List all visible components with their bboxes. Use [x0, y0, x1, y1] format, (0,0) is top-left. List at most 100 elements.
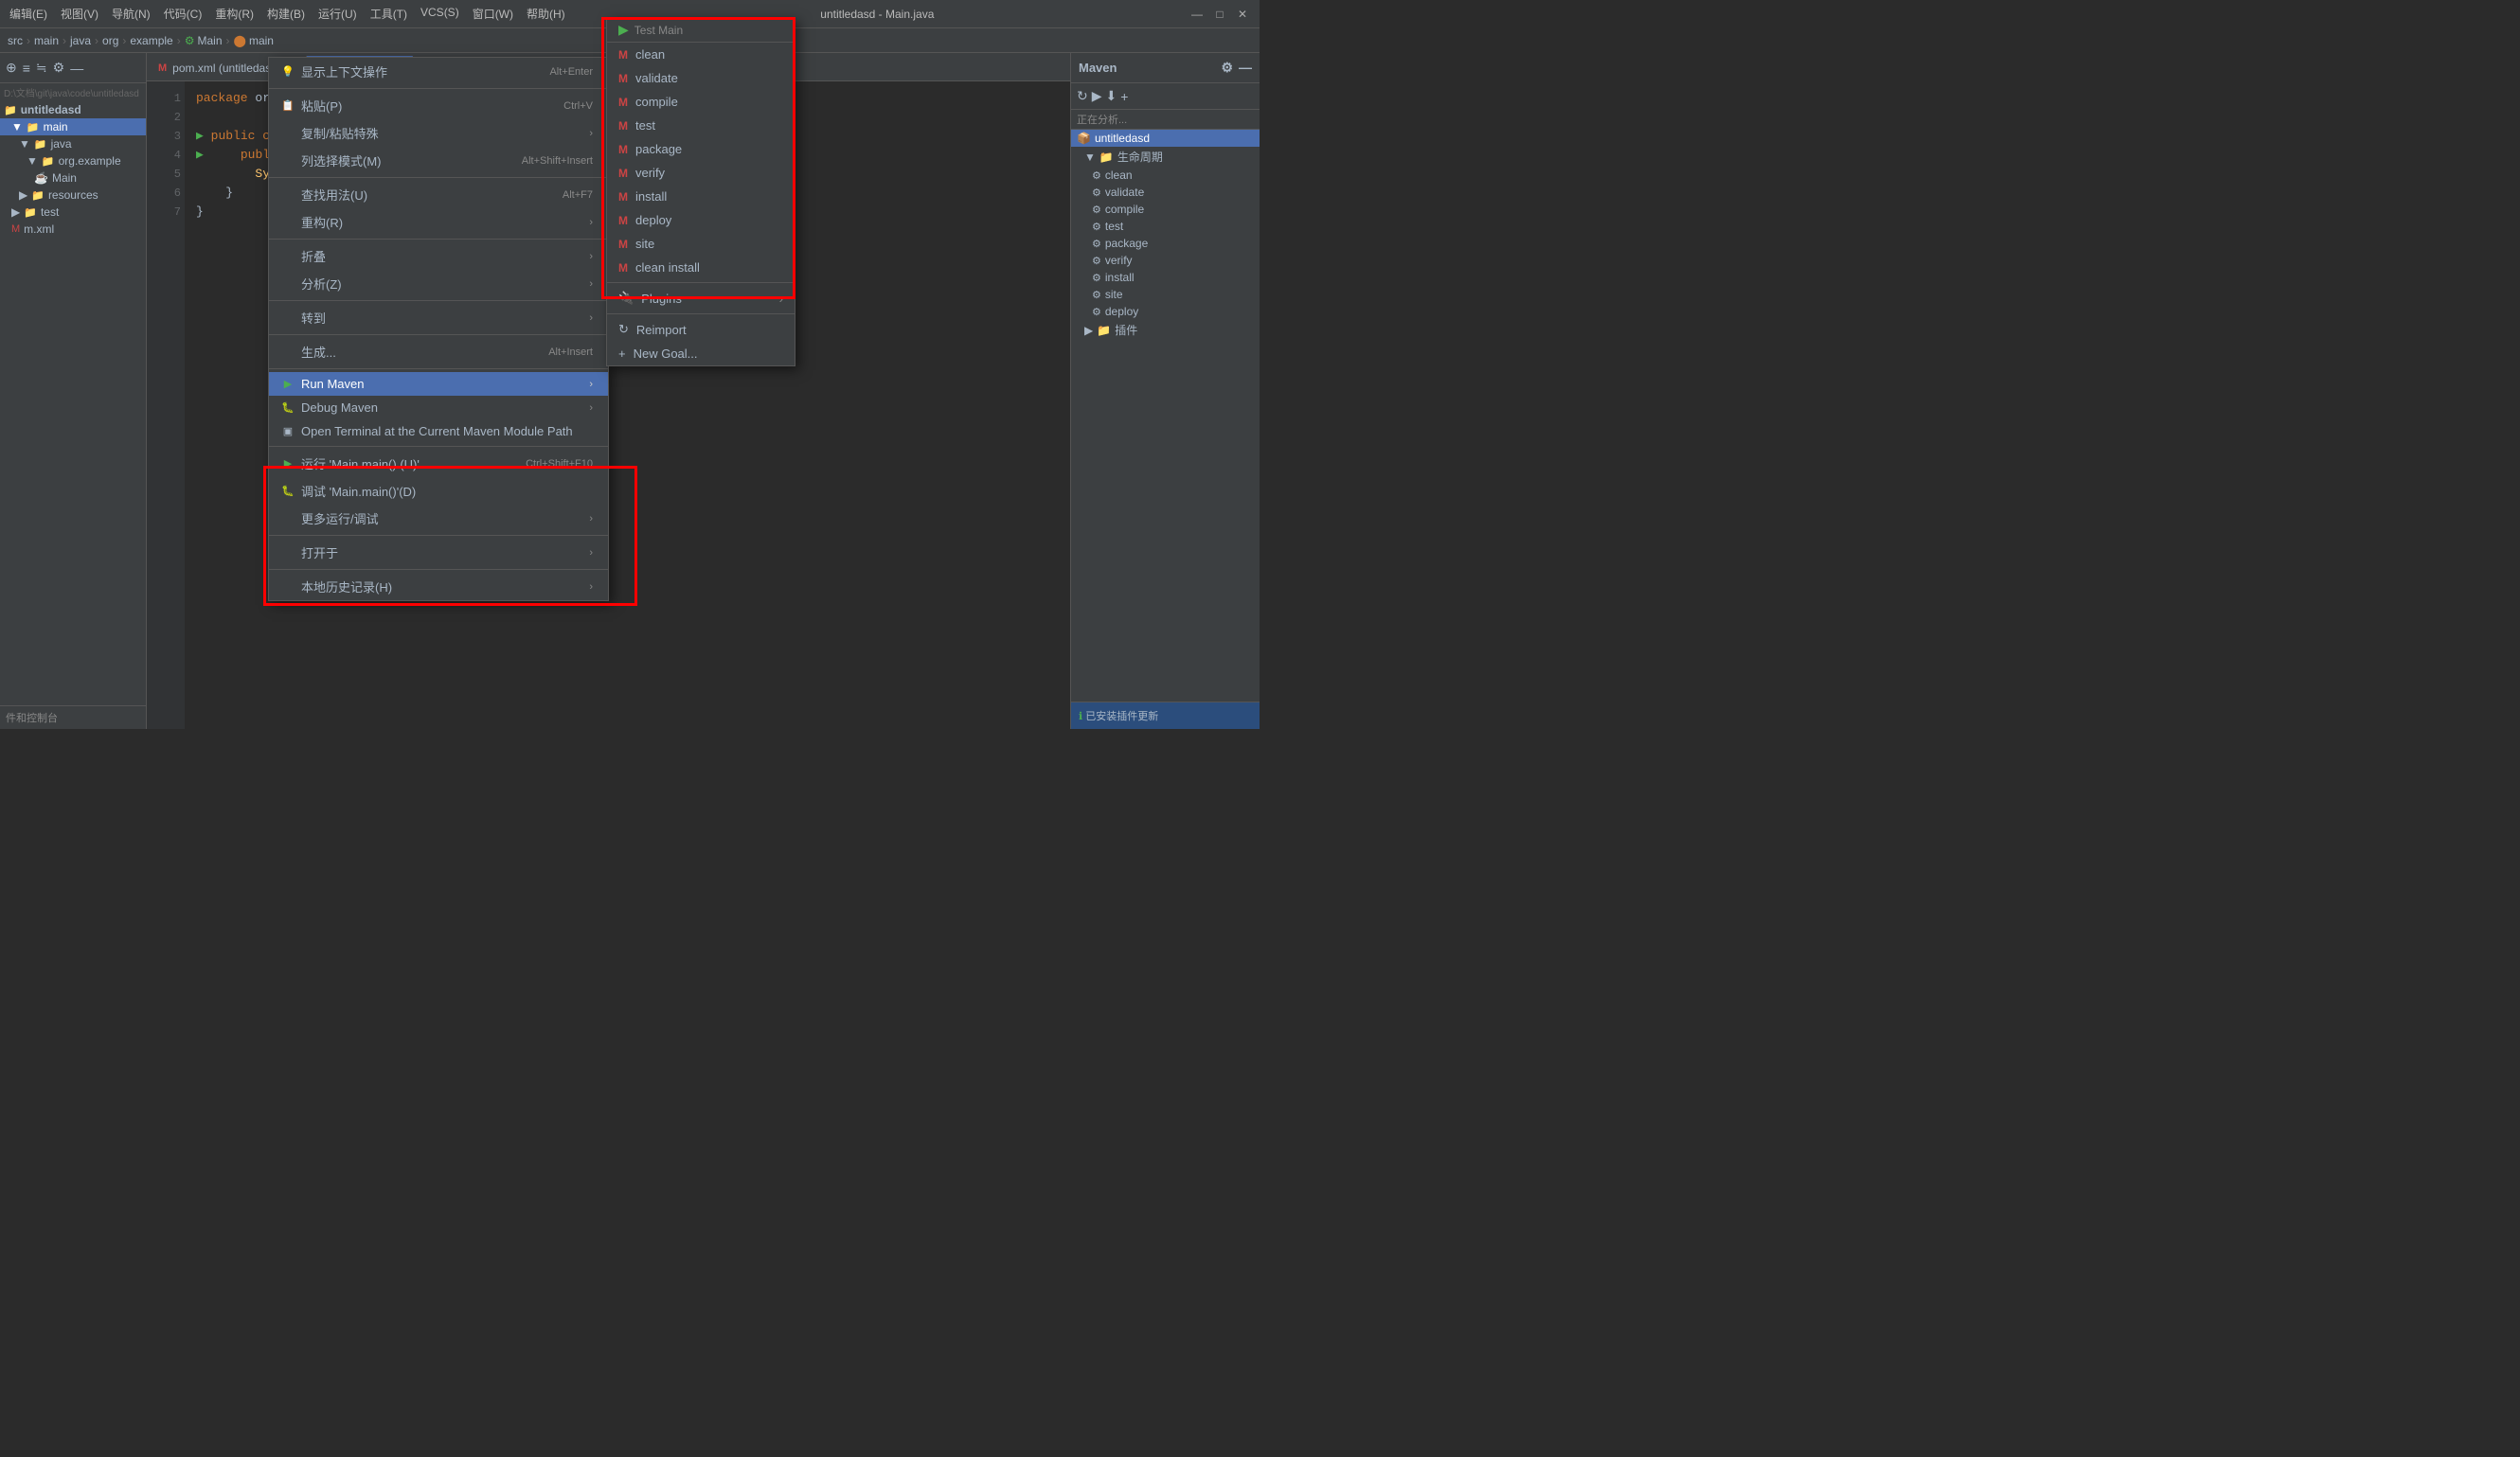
ctx-sep-9	[269, 569, 608, 570]
maven-notification: ℹ 已安装插件更新	[1071, 702, 1260, 729]
maven-lifecycle-clean[interactable]: ⚙clean	[1071, 167, 1260, 184]
menu-tools[interactable]: 工具(T)	[370, 6, 407, 22]
ctx-generate[interactable]: 生成... Alt+Insert	[269, 338, 608, 365]
sidebar-btn-scope[interactable]: ⊕	[6, 60, 17, 76]
submenu-sep-1	[607, 282, 795, 283]
ctx-debug-main[interactable]: 🐛 调试 'Main.main()'(D)	[269, 477, 608, 505]
submenu-install[interactable]: Minstall	[607, 185, 795, 208]
menu-refactor[interactable]: 重构(R)	[215, 6, 254, 22]
sidebar-btn-sort[interactable]: ≡	[23, 61, 30, 76]
sidebar-item-main-class[interactable]: ☕Main	[0, 169, 146, 187]
submenu-validate[interactable]: Mvalidate	[607, 66, 795, 90]
ctx-open-in[interactable]: 打开于 ›	[269, 539, 608, 566]
menu-view[interactable]: 视图(V)	[61, 6, 98, 22]
ctx-paste-special[interactable]: 复制/粘贴特殊 ›	[269, 119, 608, 147]
ctx-goto[interactable]: 转到 ›	[269, 304, 608, 331]
menu-code[interactable]: 代码(C)	[164, 6, 203, 22]
sidebar: ⊕ ≡ ≒ ⚙ — D:\文档\git\java\code\untitledas…	[0, 53, 147, 729]
submenu-compile[interactable]: Mcompile	[607, 90, 795, 114]
breadcrumb-src[interactable]: src	[8, 34, 23, 47]
breadcrumb-java[interactable]: java	[70, 34, 91, 47]
window-title: untitledasd - Main.java	[820, 8, 934, 21]
minimize-button[interactable]: —	[1189, 7, 1205, 22]
sidebar-btn-expand[interactable]: ≒	[36, 60, 47, 76]
ctx-open-terminal[interactable]: ▣ Open Terminal at the Current Maven Mod…	[269, 419, 608, 443]
maven-run-btn[interactable]: ▶	[1092, 88, 1102, 104]
sidebar-item-project[interactable]: 📁untitledasd	[0, 101, 146, 118]
ctx-paste[interactable]: 📋粘贴(P) Ctrl+V	[269, 92, 608, 119]
ctx-sep-2	[269, 177, 608, 178]
ctx-find-usages[interactable]: 查找用法(U) Alt+F7	[269, 181, 608, 208]
submenu-reimport[interactable]: ↻ Reimport	[607, 317, 795, 342]
maven-lifecycle-validate[interactable]: ⚙validate	[1071, 184, 1260, 201]
breadcrumb-method[interactable]: ⬤main	[234, 34, 274, 47]
submenu-package[interactable]: Mpackage	[607, 137, 795, 161]
sidebar-item-test[interactable]: ▶📁test	[0, 204, 146, 221]
maven-panel-header: Maven ⚙ —	[1071, 53, 1260, 83]
ctx-refactor[interactable]: 重构(R) ›	[269, 208, 608, 236]
ctx-local-history[interactable]: 本地历史记录(H) ›	[269, 573, 608, 600]
ctx-sep-4	[269, 300, 608, 301]
ctx-more-run[interactable]: 更多运行/调试 ›	[269, 505, 608, 532]
maven-tree-lifecycle[interactable]: ▼📁 生命周期	[1071, 147, 1260, 167]
ctx-folding[interactable]: 折叠 ›	[269, 242, 608, 270]
breadcrumb-org[interactable]: org	[102, 34, 118, 47]
maven-lifecycle-site[interactable]: ⚙site	[1071, 286, 1260, 303]
menu-bar[interactable]: 编辑(E) 视图(V) 导航(N) 代码(C) 重构(R) 构建(B) 运行(U…	[9, 6, 565, 22]
ctx-analyze[interactable]: 分析(Z) ›	[269, 270, 608, 297]
maven-lifecycle-verify[interactable]: ⚙verify	[1071, 252, 1260, 269]
submenu-clean-install[interactable]: Mclean install	[607, 256, 795, 279]
submenu-deploy[interactable]: Mdeploy	[607, 208, 795, 232]
sidebar-item-main[interactable]: ▼📁main	[0, 118, 146, 135]
ctx-sep-8	[269, 535, 608, 536]
maven-settings-btn[interactable]: ⚙	[1221, 60, 1233, 76]
breadcrumb-main[interactable]: main	[34, 34, 59, 47]
ctx-run-main[interactable]: ▶ 运行 'Main.main() (U)' Ctrl+Shift+F10	[269, 450, 608, 477]
menu-window[interactable]: 窗口(W)	[473, 6, 513, 22]
maven-lifecycle-install[interactable]: ⚙install	[1071, 269, 1260, 286]
submenu-plugins[interactable]: 🔌 Plugins ›	[607, 286, 795, 311]
ctx-show-context[interactable]: 💡显示上下文操作 Alt+Enter	[269, 58, 608, 85]
maven-lifecycle-package[interactable]: ⚙package	[1071, 235, 1260, 252]
ctx-column-mode[interactable]: 列选择模式(M) Alt+Shift+Insert	[269, 147, 608, 174]
sidebar-footer: 件和控制台	[0, 705, 146, 729]
ctx-run-maven[interactable]: ▶ Run Maven ›	[269, 372, 608, 396]
maven-lifecycle-test[interactable]: ⚙test	[1071, 218, 1260, 235]
sidebar-item-org-example[interactable]: ▼📁org.example	[0, 152, 146, 169]
ctx-debug-maven[interactable]: 🐛 Debug Maven ›	[269, 396, 608, 419]
maven-hide-btn[interactable]: —	[1239, 60, 1252, 76]
menu-edit[interactable]: 编辑(E)	[9, 6, 47, 22]
sidebar-btn-hide[interactable]: —	[70, 61, 83, 76]
menu-build[interactable]: 构建(B)	[267, 6, 305, 22]
close-button[interactable]: ✕	[1235, 7, 1250, 22]
maven-add-btn[interactable]: +	[1120, 89, 1128, 104]
submenu-new-goal[interactable]: + New Goal...	[607, 342, 795, 365]
breadcrumb-example[interactable]: example	[130, 34, 172, 47]
sidebar-item-java[interactable]: ▼📁java	[0, 135, 146, 152]
sidebar-item-pom[interactable]: Mm.xml	[0, 221, 146, 238]
maximize-button[interactable]: □	[1212, 7, 1227, 22]
maven-refresh-btn[interactable]: ↻	[1077, 88, 1088, 104]
sidebar-tree: 📁untitledasd ▼📁main ▼📁java ▼📁org.example…	[0, 101, 146, 705]
menu-navigate[interactable]: 导航(N)	[112, 6, 151, 22]
sidebar-btn-settings[interactable]: ⚙	[53, 60, 65, 76]
maven-tree-root[interactable]: 📦 untitledasd	[1071, 130, 1260, 147]
menu-run[interactable]: 运行(U)	[318, 6, 357, 22]
submenu-clean[interactable]: Mclean	[607, 43, 795, 66]
submenu-test[interactable]: Mtest	[607, 114, 795, 137]
window-controls[interactable]: — □ ✕	[1189, 7, 1250, 22]
menu-vcs[interactable]: VCS(S)	[420, 6, 459, 22]
ctx-sep-5	[269, 334, 608, 335]
sidebar-path: D:\文档\git\java\code\untitledasd	[0, 83, 146, 101]
sidebar-item-resources[interactable]: ▶📁resources	[0, 187, 146, 204]
submenu-verify[interactable]: Mverify	[607, 161, 795, 185]
line-numbers: 1 2 3 4 5 6 7	[147, 81, 185, 729]
menu-help[interactable]: 帮助(H)	[527, 6, 565, 22]
maven-header-buttons[interactable]: ⚙ —	[1221, 60, 1252, 76]
submenu-site[interactable]: Msite	[607, 232, 795, 256]
maven-download-btn[interactable]: ⬇	[1106, 88, 1117, 104]
maven-tree-plugins[interactable]: ▶📁 插件	[1071, 320, 1260, 340]
maven-lifecycle-deploy[interactable]: ⚙deploy	[1071, 303, 1260, 320]
breadcrumb-main-class[interactable]: ⚙Main	[185, 34, 223, 47]
maven-lifecycle-compile[interactable]: ⚙compile	[1071, 201, 1260, 218]
